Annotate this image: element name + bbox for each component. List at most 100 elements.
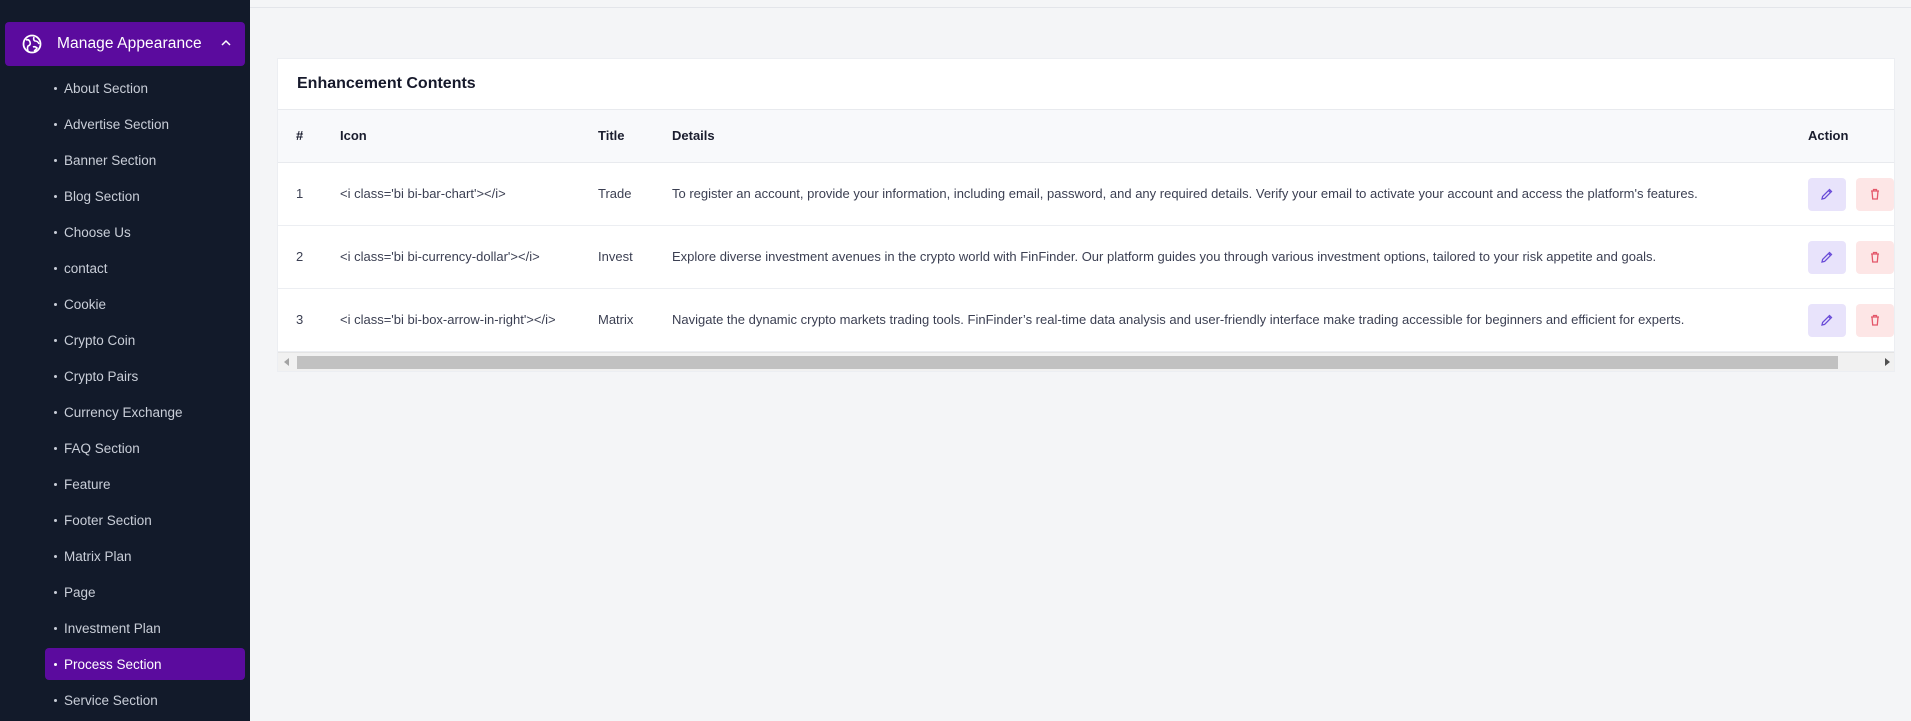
row-title: Trade [598,186,632,201]
sidebar-item-label: Process Section [64,656,162,672]
sidebar-item-label: Service Section [64,692,158,708]
bullet-icon [54,195,57,198]
bullet-icon [54,447,57,450]
chevron-up-icon [219,36,233,50]
column-header-title: Title [580,110,654,163]
enhancement-table: # Icon Title Details Action 1 <i class='… [278,110,1894,352]
sidebar: Manage Appearance About Section Advertis… [0,0,250,721]
sidebar-item-label: Investment Plan [64,620,161,636]
bullet-icon [54,231,57,234]
row-title: Invest [598,249,633,264]
sidebar-item-label: Currency Exchange [64,404,183,420]
bullet-icon [54,699,57,702]
sidebar-group-label: Manage Appearance [57,35,202,52]
table-header-row: # Icon Title Details Action [278,110,1894,163]
sidebar-item-matrix-plan[interactable]: Matrix Plan [0,538,250,574]
sidebar-item-label: Blog Section [64,188,140,204]
sidebar-submenu: About Section Advertise Section Banner S… [0,70,250,718]
row-actions [1790,225,1894,288]
trash-icon [1871,188,1879,200]
trash-icon [1871,314,1879,326]
topbar-divider [250,7,1911,8]
row-icon-code: <i class='bi bi-currency-dollar'></i> [340,249,540,264]
sidebar-item-process-section[interactable]: Process Section [0,646,250,682]
sidebar-item-banner-section[interactable]: Banner Section [0,142,250,178]
bullet-icon [54,303,57,306]
sidebar-item-label: About Section [64,80,149,96]
pencil-icon [1821,188,1833,200]
delete-button[interactable] [1856,177,1894,211]
sidebar-item-service-section[interactable]: Service Section [0,682,250,718]
bullet-icon [54,87,57,90]
row-icon-code: <i class='bi bi-bar-chart'></i> [340,186,506,201]
sidebar-item-choose-us[interactable]: Choose Us [0,214,250,250]
globe-icon [21,33,43,55]
sidebar-item-footer-section[interactable]: Footer Section [0,502,250,538]
sidebar-item-cookie[interactable]: Cookie [0,286,250,322]
delete-button[interactable] [1856,303,1894,337]
row-actions [1790,288,1894,351]
sidebar-item-label: Matrix Plan [64,548,132,564]
row-num: 1 [296,186,304,201]
row-num: 2 [296,249,304,264]
horizontal-scrollbar[interactable] [278,352,1894,371]
bullet-icon [54,555,57,558]
bullet-icon [54,663,57,666]
sidebar-item-crypto-coin[interactable]: Crypto Coin [0,322,250,358]
sidebar-item-label: Crypto Coin [64,332,136,348]
bullet-icon [54,411,57,414]
sidebar-group-manage-appearance[interactable]: Manage Appearance [5,22,245,66]
sidebar-item-label: Choose Us [64,224,131,240]
bullet-icon [54,339,57,342]
bullet-icon [54,375,57,378]
sidebar-item-label: FAQ Section [64,440,140,456]
sidebar-item-label: contact [64,260,108,276]
sidebar-item-label: Advertise Section [64,116,170,132]
enhancement-contents-card: Enhancement Contents # Icon Title Detail… [277,58,1895,372]
sidebar-item-faq-section[interactable]: FAQ Section [0,430,250,466]
sidebar-item-label: Feature [64,476,111,492]
sidebar-item-label: Banner Section [64,152,157,168]
bullet-icon [54,267,57,270]
column-header-icon: Icon [304,110,580,163]
sidebar-item-investment-plan[interactable]: Investment Plan [0,610,250,646]
table-row: 2 <i class='bi bi-currency-dollar'></i> … [278,225,1894,288]
table-row: 3 <i class='bi bi-box-arrow-in-right'></… [278,288,1894,351]
row-actions [1790,162,1894,225]
pencil-icon [1821,251,1833,263]
sidebar-item-advertise-section[interactable]: Advertise Section [0,106,250,142]
sidebar-item-about-section[interactable]: About Section [0,70,250,106]
card-title: Enhancement Contents [278,59,1894,110]
sidebar-item-blog-section[interactable]: Blog Section [0,178,250,214]
row-details: Navigate the dynamic crypto markets trad… [672,312,1685,327]
edit-button[interactable] [1808,303,1846,337]
sidebar-item-label: Crypto Pairs [64,368,139,384]
sidebar-item-contact[interactable]: contact [0,250,250,286]
bullet-icon [54,123,57,126]
scroll-left-arrow-icon[interactable] [282,357,292,367]
scroll-right-arrow-icon[interactable] [1882,357,1892,367]
pencil-icon [1821,314,1833,326]
sidebar-item-label: Cookie [64,296,107,312]
edit-button[interactable] [1808,240,1846,274]
bullet-icon [54,627,57,630]
table-row: 1 <i class='bi bi-bar-chart'></i> Trade … [278,162,1894,225]
edit-button[interactable] [1808,177,1846,211]
sidebar-item-currency-exchange[interactable]: Currency Exchange [0,394,250,430]
trash-icon [1871,251,1879,263]
sidebar-item-feature[interactable]: Feature [0,466,250,502]
row-icon-code: <i class='bi bi-box-arrow-in-right'></i> [340,312,556,327]
scrollbar-thumb[interactable] [297,356,1838,369]
sidebar-item-label: Footer Section [64,512,152,528]
column-header-details: Details [654,110,1790,163]
row-details: To register an account, provide your inf… [672,186,1698,201]
row-num: 3 [296,312,304,327]
sidebar-item-crypto-pairs[interactable]: Crypto Pairs [0,358,250,394]
bullet-icon [54,159,57,162]
bullet-icon [54,591,57,594]
delete-button[interactable] [1856,240,1894,274]
sidebar-item-label: Page [64,584,96,600]
sidebar-item-page[interactable]: Page [0,574,250,610]
row-title: Matrix [598,312,634,327]
column-header-action: Action [1790,110,1894,163]
